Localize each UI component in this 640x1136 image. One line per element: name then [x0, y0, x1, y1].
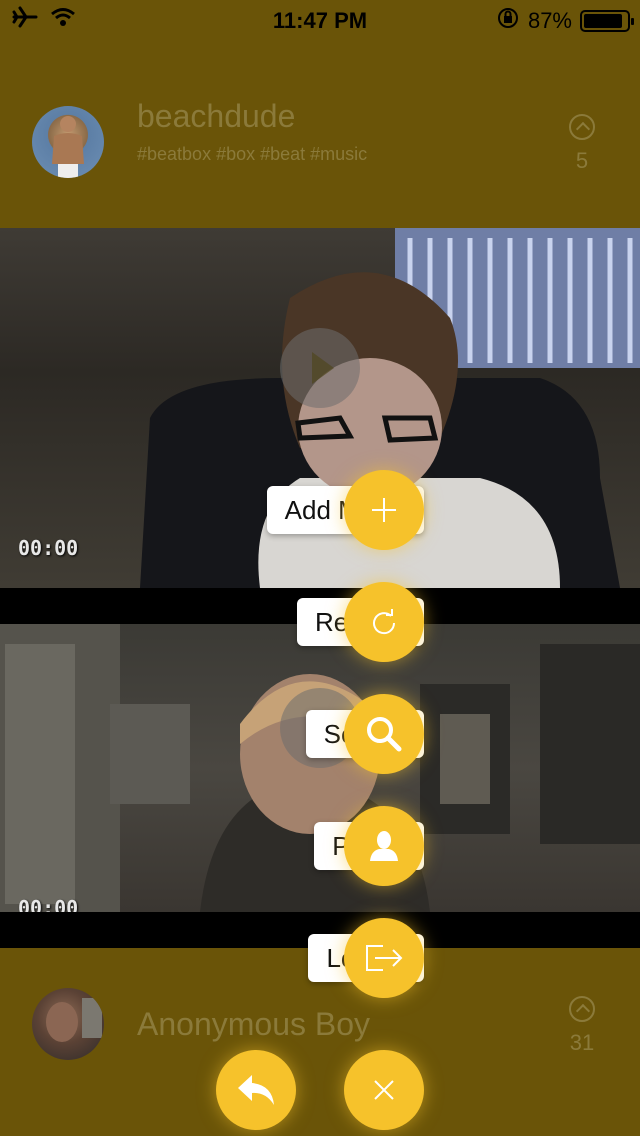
refresh-button[interactable] — [344, 582, 424, 662]
refresh-icon — [369, 607, 399, 637]
rotation-lock-icon — [496, 6, 520, 36]
person-icon — [367, 829, 401, 863]
vote-control[interactable]: 5 — [562, 114, 602, 174]
close-menu-button[interactable] — [344, 1050, 424, 1130]
battery-icon — [580, 10, 634, 32]
vote-count: 31 — [569, 1030, 595, 1055]
search-button[interactable] — [344, 694, 424, 774]
reply-icon — [236, 1073, 276, 1107]
battery-percent: 87% — [527, 8, 572, 33]
video-player[interactable]: 00:00 — [0, 228, 640, 588]
plus-icon — [370, 496, 398, 524]
video-timestamp: 00:00 — [18, 896, 79, 912]
logout-icon — [363, 940, 405, 976]
upvote-icon[interactable] — [569, 996, 595, 1022]
vote-count: 5 — [575, 148, 589, 173]
post-username[interactable]: Anonymous Boy — [137, 1006, 370, 1043]
post-header[interactable]: beachdude #beatbox #box #beat #music 5 — [0, 40, 640, 228]
status-bar: 11:47 PM 87% — [0, 0, 640, 40]
add-mimic-button[interactable] — [344, 470, 424, 550]
post-username[interactable]: beachdude — [137, 98, 295, 135]
avatar[interactable] — [32, 988, 104, 1060]
avatar[interactable] — [32, 106, 104, 178]
video-timestamp: 00:00 — [18, 536, 79, 560]
upvote-icon[interactable] — [569, 114, 595, 140]
profile-button[interactable] — [344, 806, 424, 886]
logout-button[interactable] — [344, 918, 424, 998]
close-icon — [373, 1079, 395, 1101]
post-tags[interactable]: #beatbox #box #beat #music — [137, 144, 367, 165]
vote-control[interactable]: 31 — [562, 996, 602, 1056]
search-icon — [364, 714, 404, 754]
play-button[interactable] — [280, 328, 360, 408]
back-button[interactable] — [216, 1050, 296, 1130]
